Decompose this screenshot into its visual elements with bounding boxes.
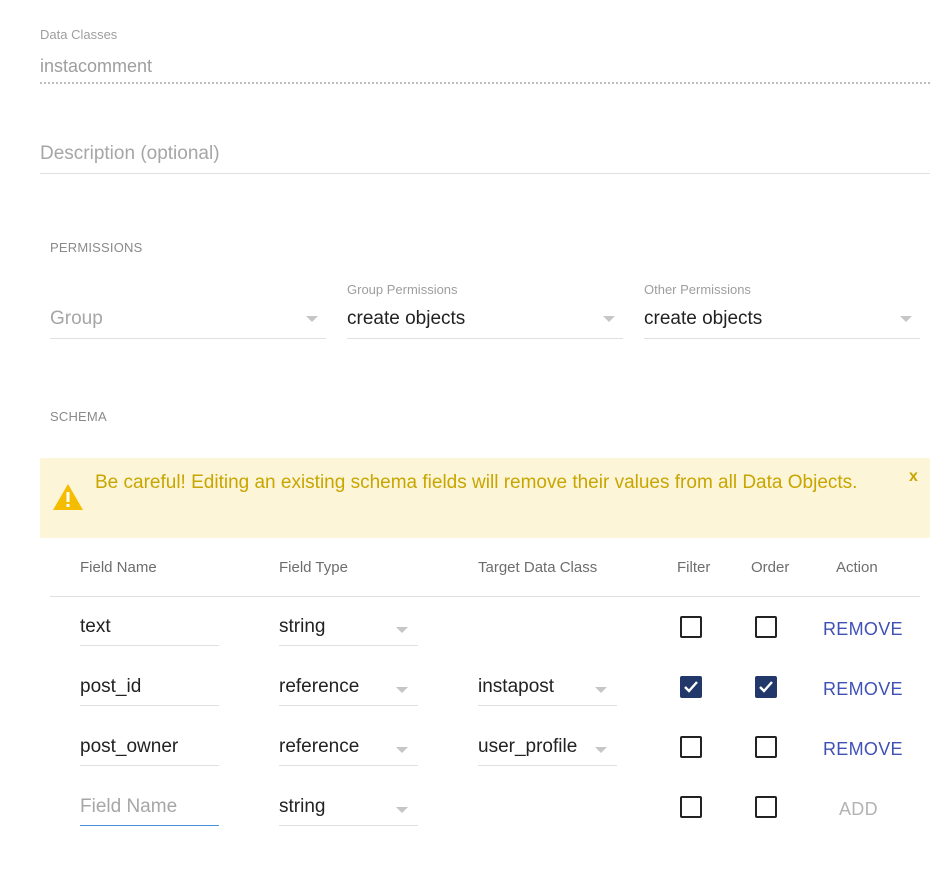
field-name-input[interactable]: post_id <box>80 670 219 706</box>
table-row: text string REMOVE <box>0 610 942 650</box>
new-field-name-placeholder: Field Name <box>80 796 178 817</box>
target-data-class-value: user_profile <box>478 736 578 757</box>
new-field-type-value: string <box>279 796 326 817</box>
table-row: post_owner reference user_profile REMOVE <box>0 730 942 770</box>
column-target-data-class: Target Data Class <box>478 559 598 576</box>
field-type-value: reference <box>279 736 360 757</box>
order-checkbox[interactable] <box>755 736 777 758</box>
field-name-value: post_owner <box>80 736 179 757</box>
column-action: Action <box>836 559 878 576</box>
column-field-type: Field Type <box>279 559 348 576</box>
chevron-down-icon <box>396 627 408 633</box>
warning-triangle-icon <box>53 484 83 510</box>
group-select[interactable]: Group <box>50 299 326 339</box>
chevron-down-icon <box>396 807 408 813</box>
field-type-select[interactable]: reference <box>279 670 418 706</box>
other-permissions-select[interactable]: create objects <box>644 299 920 339</box>
data-class-name-value: instacomment <box>40 56 153 76</box>
target-data-class-select[interactable]: user_profile <box>478 730 617 766</box>
remove-field-button[interactable]: REMOVE <box>823 679 903 700</box>
chevron-down-icon <box>595 747 607 753</box>
field-type-select[interactable]: reference <box>279 730 418 766</box>
field-name-input[interactable]: text <box>80 610 219 646</box>
chevron-down-icon <box>603 316 615 322</box>
group-permissions-label: Group Permissions <box>347 282 458 297</box>
data-class-label: Data Classes <box>40 27 118 42</box>
field-type-value: reference <box>279 676 360 697</box>
group-permissions-value: create objects <box>347 308 466 329</box>
filter-checkbox[interactable] <box>680 676 702 698</box>
warning-close-button[interactable]: x <box>909 468 918 486</box>
new-order-checkbox[interactable] <box>755 796 777 818</box>
filter-checkbox[interactable] <box>680 736 702 758</box>
add-field-button[interactable]: ADD <box>839 799 878 820</box>
filter-checkbox[interactable] <box>680 616 702 638</box>
column-filter: Filter <box>677 559 711 576</box>
target-data-class-value: instapost <box>478 676 555 697</box>
new-field-row: Field Name string ADD <box>0 790 942 830</box>
column-order: Order <box>751 559 790 576</box>
chevron-down-icon <box>595 687 607 693</box>
column-field-name: Field Name <box>80 559 157 576</box>
checkmark-icon <box>684 681 698 693</box>
field-type-value: string <box>279 616 326 637</box>
other-permissions-value: create objects <box>644 308 763 329</box>
chevron-down-icon <box>396 687 408 693</box>
field-name-value: post_id <box>80 676 142 697</box>
remove-field-button[interactable]: REMOVE <box>823 619 903 640</box>
table-row: post_id reference instapost REMOVE <box>0 670 942 710</box>
order-checkbox[interactable] <box>755 616 777 638</box>
target-data-class-select[interactable]: instapost <box>478 670 617 706</box>
other-permissions-label: Other Permissions <box>644 282 751 297</box>
description-input[interactable]: Description (optional) <box>40 136 930 174</box>
data-class-name-field: instacomment <box>40 50 930 84</box>
order-checkbox[interactable] <box>755 676 777 698</box>
chevron-down-icon <box>900 316 912 322</box>
schema-heading: SCHEMA <box>50 409 107 424</box>
group-select-value: Group <box>50 308 103 329</box>
permissions-heading: PERMISSIONS <box>50 240 143 255</box>
table-header-divider <box>50 596 920 597</box>
new-field-name-input[interactable]: Field Name <box>80 790 219 826</box>
new-field-type-select[interactable]: string <box>279 790 418 826</box>
chevron-down-icon <box>306 316 318 322</box>
field-name-value: text <box>80 616 111 637</box>
checkmark-icon <box>759 681 773 693</box>
group-permissions-select[interactable]: create objects <box>347 299 623 339</box>
new-filter-checkbox[interactable] <box>680 796 702 818</box>
schema-warning-banner: Be careful! Editing an existing schema f… <box>40 458 930 538</box>
description-placeholder: Description (optional) <box>40 143 220 164</box>
remove-field-button[interactable]: REMOVE <box>823 739 903 760</box>
field-type-select[interactable]: string <box>279 610 418 646</box>
chevron-down-icon <box>396 747 408 753</box>
field-name-input[interactable]: post_owner <box>80 730 219 766</box>
warning-message: Be careful! Editing an existing schema f… <box>95 472 858 493</box>
